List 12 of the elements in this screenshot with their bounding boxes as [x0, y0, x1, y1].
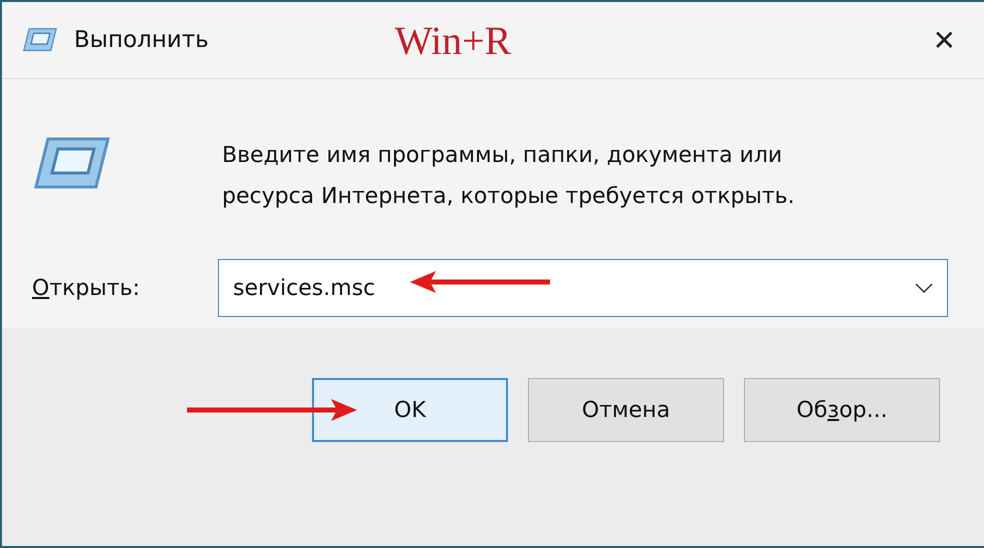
dialog-button[interactable]: Обзор... [744, 378, 940, 442]
close-button[interactable]: ✕ [924, 20, 964, 60]
chevron-down-icon[interactable] [915, 283, 933, 293]
dialog-button[interactable]: Отмена [528, 378, 724, 442]
dialog-button[interactable]: OK [312, 378, 508, 442]
shortcut-annotation: Win+R [394, 16, 512, 64]
open-label: Открыть: [32, 276, 141, 300]
open-combobox[interactable]: services.msc [218, 259, 948, 317]
prompt-text: Введите имя программы, папки, документа или ресурса Интернета, которые требуется открыть. [222, 142, 796, 211]
run-icon [32, 135, 112, 191]
window-title: Выполнить [74, 27, 209, 53]
run-icon [22, 27, 58, 53]
